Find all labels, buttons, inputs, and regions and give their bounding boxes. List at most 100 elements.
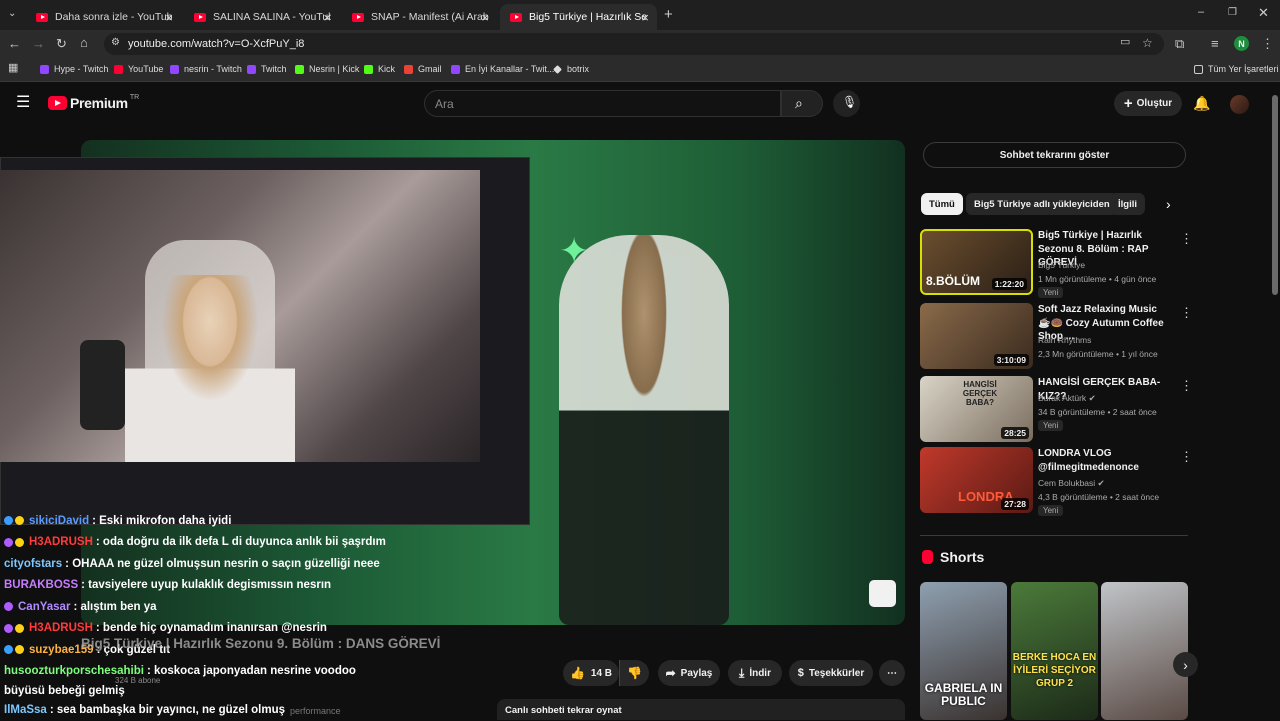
video-meta: 4,3 B görüntüleme • 2 saat önce: [1038, 492, 1160, 502]
streamer-webcam: [0, 170, 480, 462]
more-vertical-icon[interactable]: ⋮: [1180, 449, 1193, 465]
forward-icon[interactable]: →: [32, 37, 45, 50]
reload-icon[interactable]: ↻: [56, 37, 67, 50]
chip-related[interactable]: İlgili: [1110, 193, 1145, 215]
chip-from-uploader[interactable]: Big5 Türkiye adlı yükleyiciden: [966, 193, 1118, 215]
bookmark-twitch[interactable]: Twitch: [247, 64, 287, 74]
like-count: 14 B: [590, 667, 613, 679]
more-actions-button[interactable]: ⋯: [879, 660, 905, 686]
thumbs-down-icon: 👎: [627, 666, 642, 680]
search-input[interactable]: Ara: [424, 90, 781, 117]
bookmark-youtube[interactable]: YouTube: [114, 64, 163, 74]
page-scrollbar[interactable]: [1272, 95, 1278, 295]
more-vertical-icon[interactable]: ⋮: [1180, 378, 1193, 394]
back-icon[interactable]: ←: [8, 37, 21, 50]
download-button[interactable]: ⤓ İndir: [728, 660, 782, 686]
dislike-button[interactable]: 👎: [619, 660, 649, 686]
player-corner-button[interactable]: [869, 580, 896, 607]
new-tab-icon[interactable]: +: [664, 7, 673, 22]
bookmark-en-iyi-kanallar[interactable]: En İyi Kanallar - Twit...: [451, 64, 554, 74]
new-badge: Yeni: [1038, 420, 1064, 431]
bookmark-botrix[interactable]: botrix: [553, 64, 589, 74]
related-video-4[interactable]: LONDRA 27:28 LONDRA VLOG @filmegitmedeno…: [920, 447, 1193, 516]
close-tab-icon[interactable]: ×: [165, 10, 173, 25]
browser-tab-1[interactable]: Daha sonra izle - YouTube ×: [26, 4, 181, 30]
thanks-button[interactable]: $ Teşekkürler: [789, 660, 873, 686]
chevron-right-icon[interactable]: ›: [1166, 197, 1171, 211]
close-tab-icon[interactable]: ×: [323, 10, 331, 25]
bookmark-hype-twitch[interactable]: Hype - Twitch: [40, 64, 108, 74]
more-vertical-icon[interactable]: ⋮: [1180, 305, 1193, 321]
like-button[interactable]: 👍 14 B: [563, 660, 619, 686]
media-icon[interactable]: ≡: [1211, 37, 1219, 50]
replay-chat-bar[interactable]: Canlı sohbeti tekrar oynat: [497, 699, 905, 720]
search-button[interactable]: ⌕: [781, 90, 823, 117]
close-tab-icon[interactable]: ×: [641, 10, 649, 25]
restore-icon[interactable]: ❐: [1228, 8, 1237, 18]
video-thumbnail[interactable]: HANGİSİ GERÇEK BABA? 28:25: [920, 376, 1033, 442]
browser-tab-4-active[interactable]: Big5 Türkiye | Hazırlık Sezonu 9 ×: [500, 4, 657, 30]
bookmark-gmail[interactable]: Gmail: [404, 64, 442, 74]
browser-tab-3[interactable]: SNAP - Manifest (Ai Arabesk Co ×: [342, 4, 497, 30]
site-info-icon[interactable]: ⚙: [111, 38, 120, 48]
video-thumbnail[interactable]: 8.BÖLÜM 1:22:20: [920, 229, 1033, 295]
related-video-3[interactable]: HANGİSİ GERÇEK BABA? 28:25 HANGİSİ GERÇE…: [920, 376, 1193, 442]
shorts-logo-icon: [922, 550, 933, 564]
apps-icon[interactable]: ▦: [8, 63, 18, 74]
channel-name[interactable]: Big5 Türkiye: [1038, 260, 1085, 270]
related-video-1[interactable]: 8.BÖLÜM 1:22:20 Big5 Türkiye | Hazırlık …: [920, 229, 1193, 298]
create-button[interactable]: + Oluştur: [1114, 91, 1182, 116]
short-video-1[interactable]: GABRIELA IN PUBLIC: [920, 582, 1007, 720]
chip-all[interactable]: Tümü: [921, 193, 963, 215]
video-thumbnail[interactable]: 3:10:09: [920, 303, 1033, 369]
chat-message-continued: büyüsü bebeği gelmiş: [0, 682, 420, 699]
related-video-2[interactable]: 3:10:09 Soft Jazz Relaxing Music ☕🍩 Cozy…: [920, 303, 1193, 369]
close-tab-icon[interactable]: ×: [481, 10, 489, 25]
channel-name[interactable]: Burak Aktürk ✔: [1038, 393, 1096, 404]
cast-icon[interactable]: ▭: [1120, 37, 1130, 48]
tab-title: Daha sonra izle - YouTube: [55, 11, 173, 23]
chat-badge-icon: [15, 645, 24, 655]
chat-badge-icon: [15, 537, 24, 547]
video-meta: 2,3 Mn görüntüleme • 1 yıl önce: [1038, 349, 1158, 359]
short-video-3[interactable]: [1101, 582, 1188, 720]
more-vertical-icon[interactable]: ⋮: [1180, 231, 1193, 247]
replay-chat-label: Canlı sohbeti tekrar oynat: [505, 705, 622, 716]
show-chat-replay-button[interactable]: Sohbet tekrarını göster: [923, 142, 1186, 168]
notifications-bell-icon[interactable]: 🔔: [1193, 96, 1210, 110]
home-icon[interactable]: ⌂: [80, 36, 88, 49]
close-window-icon[interactable]: ✕: [1258, 6, 1269, 19]
tab-list-icon[interactable]: ⌄: [8, 9, 16, 19]
channel-name[interactable]: Rain Rhythms: [1038, 335, 1091, 345]
extensions-icon[interactable]: ⧉: [1175, 37, 1184, 50]
chat-text: : bende hiç oynamadım inanırsan @nesrin: [95, 622, 327, 635]
bookmark-star-icon[interactable]: ☆: [1142, 37, 1153, 49]
video-thumbnail[interactable]: LONDRA 27:28: [920, 447, 1033, 513]
streamer-figure: [125, 275, 295, 462]
minimize-icon[interactable]: –: [1198, 7, 1204, 18]
short-video-2[interactable]: BERKE HOCA EN İYİLERİ SEÇİYOR GRUP 2: [1011, 582, 1098, 720]
kick-icon: [295, 64, 304, 74]
create-label: Oluştur: [1136, 98, 1173, 109]
profile-avatar[interactable]: N: [1234, 36, 1249, 51]
bookmark-nesrin-twitch[interactable]: nesrin - Twitch: [170, 64, 242, 74]
account-avatar[interactable]: [1230, 95, 1249, 114]
bookmark-label: Twitch: [261, 64, 287, 74]
bookmark-kick[interactable]: Kick: [364, 64, 395, 74]
bookmark-nesrin-kick[interactable]: Nesrin | Kick: [295, 64, 359, 74]
chat-username: cityofstars: [4, 557, 63, 570]
sparkle-decoration: ✦: [559, 230, 590, 271]
address-bar[interactable]: ⚙ youtube.com/watch?v=O-XcfPuY_i8 ▭ ☆: [104, 33, 1164, 55]
browser-tab-2[interactable]: SALINA SALINA - YouTube ×: [184, 4, 339, 30]
all-bookmarks-folder[interactable]: Tüm Yer İşaretleri: [1194, 64, 1279, 74]
video-title[interactable]: LONDRA VLOG @filmegitmedenonce: [1038, 447, 1170, 474]
channel-name[interactable]: Cem Bolukbasi ✔: [1038, 478, 1105, 489]
share-button[interactable]: ➦ Paylaş: [658, 660, 720, 686]
shorts-next-button[interactable]: ›: [1173, 652, 1198, 677]
shorts-title: Shorts: [940, 549, 985, 565]
voice-search-button[interactable]: 🎙: [833, 90, 860, 117]
hamburger-menu-icon[interactable]: ☰: [16, 95, 30, 111]
chat-text: : OHAAA ne güzel olmuşsun nesrin o saçın…: [65, 557, 380, 570]
youtube-premium-logo[interactable]: Premium TR: [48, 94, 139, 111]
menu-kebab-icon[interactable]: ⋮: [1261, 37, 1274, 50]
